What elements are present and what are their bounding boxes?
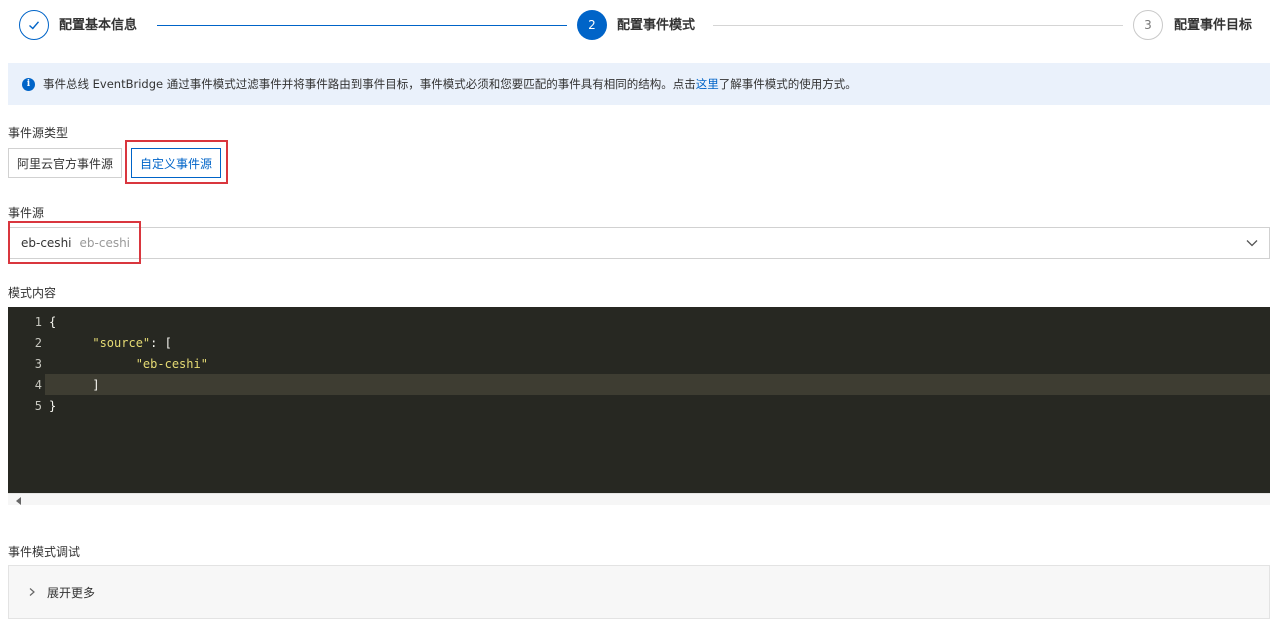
event-source-highlight — [8, 221, 141, 264]
step-2-marker[interactable]: 2 — [577, 10, 607, 40]
code-line: 2 "source": [ — [8, 332, 1270, 353]
line-number: 5 — [34, 398, 42, 413]
code-line: 4 ] — [8, 374, 1270, 395]
line-number: 3 — [34, 356, 42, 371]
step-connector-1 — [157, 25, 567, 26]
chevron-down-icon[interactable] — [1245, 236, 1259, 250]
info-banner: i 事件总线 EventBridge 通过事件模式过滤事件并将事件路由到事件目标… — [8, 63, 1270, 105]
code-text: ] — [49, 377, 100, 392]
code-text: "eb-ceshi" — [49, 357, 208, 371]
chevron-right-icon — [29, 588, 35, 596]
code-string: "eb-ceshi" — [135, 356, 208, 371]
step-3-title: 配置事件目标 — [1174, 18, 1253, 33]
step-1-check-icon[interactable] — [19, 10, 49, 40]
event-source-select[interactable]: eb-ceshi eb-ceshi — [8, 227, 1270, 259]
banner-text-after: 了解事件模式的使用方式。 — [718, 77, 857, 91]
code-text: { — [49, 314, 57, 329]
custom-source-highlight — [125, 140, 228, 184]
code-string: "source" — [92, 335, 151, 350]
debug-label: 事件模式调试 — [8, 545, 81, 559]
code-line: 5 } — [8, 395, 1270, 416]
event-source-label: 事件源 — [8, 206, 45, 220]
source-type-label: 事件源类型 — [8, 126, 69, 140]
line-number: 1 — [34, 314, 42, 329]
line-number: 2 — [34, 335, 42, 350]
editor-horizontal-scrollbar[interactable] — [8, 493, 1270, 505]
info-icon: i — [22, 77, 35, 91]
scroll-left-arrow-icon[interactable] — [16, 497, 21, 505]
banner-link[interactable]: 这里 — [696, 76, 719, 92]
code-line: 3 "eb-ceshi" — [8, 353, 1270, 374]
code-text: "source": [ — [49, 335, 172, 350]
pattern-code-editor[interactable]: 1 { 2 "source": [ 3 "eb-ceshi" 4 ] 5 } — [8, 307, 1270, 493]
code-rest: : [ — [150, 335, 172, 350]
pattern-label: 模式内容 — [8, 286, 57, 300]
line-number: 4 — [34, 377, 42, 392]
step-1-title: 配置基本信息 — [59, 18, 138, 33]
official-source-button[interactable]: 阿里云官方事件源 — [8, 148, 122, 178]
debug-collapse-panel[interactable]: 展开更多 — [8, 565, 1270, 619]
step-3-marker[interactable]: 3 — [1133, 10, 1163, 40]
code-line: 1 { — [8, 311, 1270, 332]
step-connector-2 — [713, 25, 1123, 26]
expand-more-label: 展开更多 — [47, 585, 96, 600]
code-text: } — [49, 398, 57, 413]
step-2-title: 配置事件模式 — [617, 18, 696, 33]
banner-text-before: 事件总线 EventBridge 通过事件模式过滤事件并将事件路由到事件目标，事… — [43, 77, 696, 91]
